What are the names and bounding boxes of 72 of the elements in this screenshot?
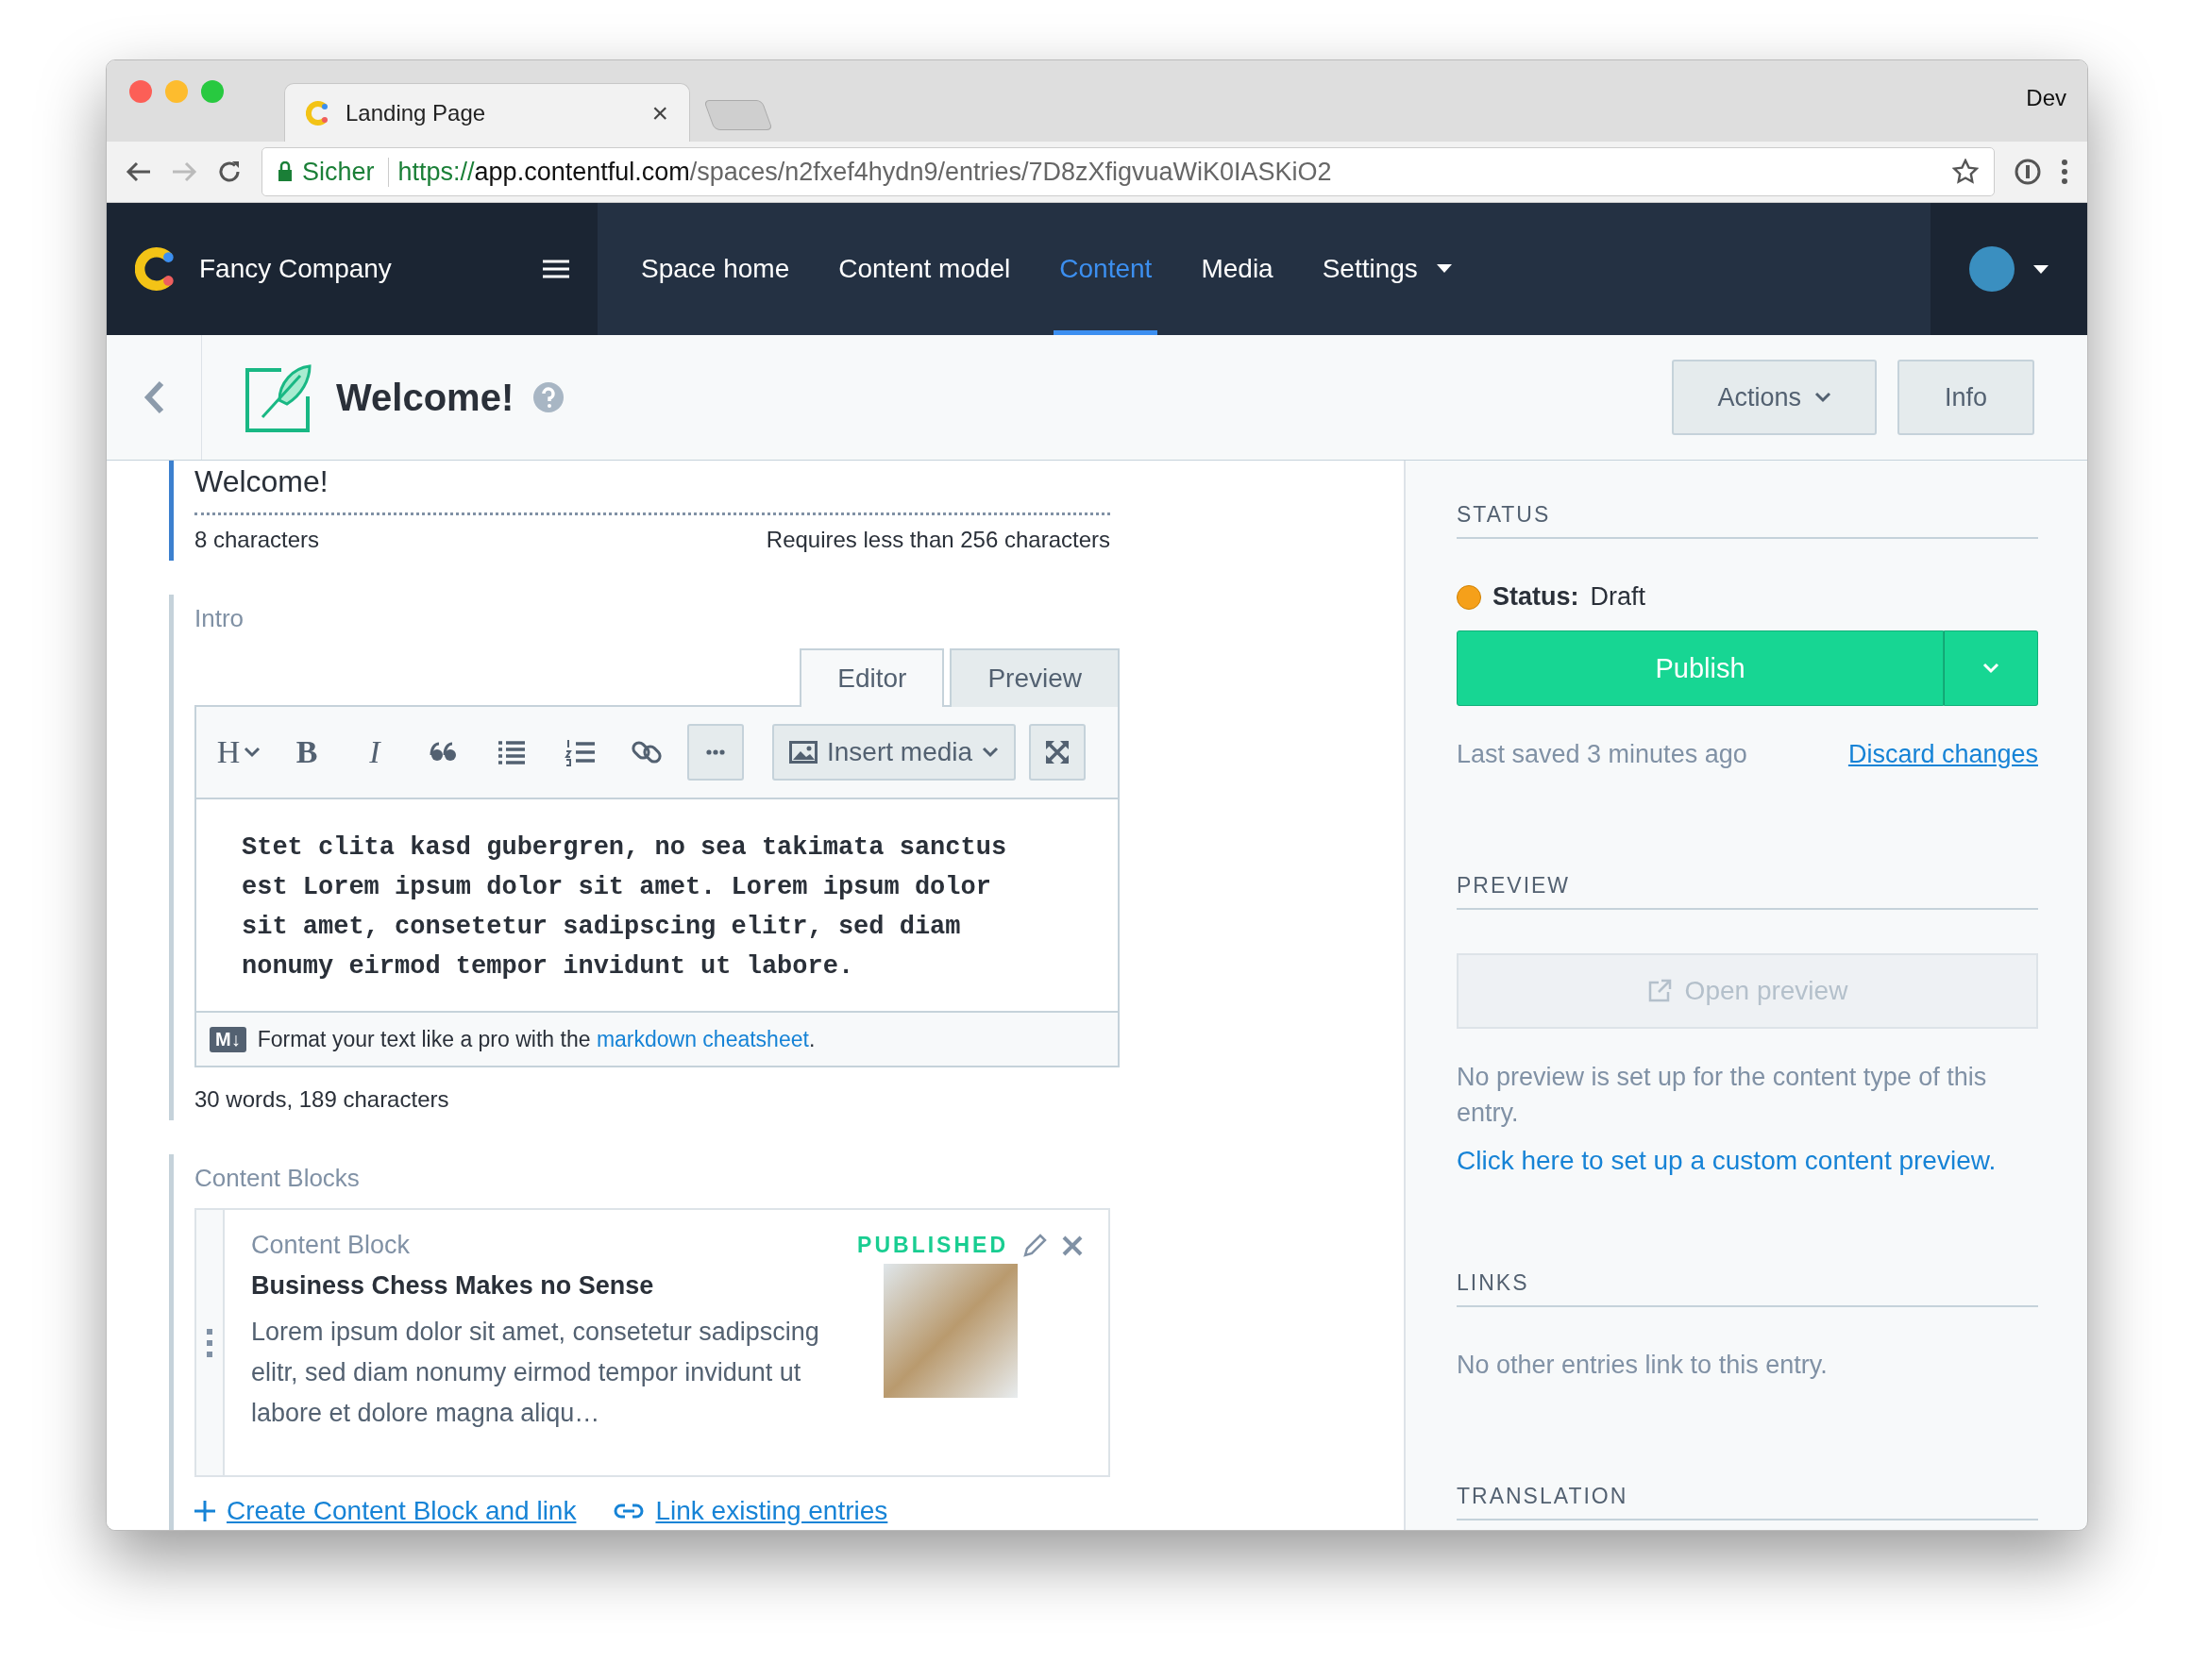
italic-button[interactable]: I — [347, 724, 402, 781]
menu-icon[interactable] — [543, 259, 569, 279]
preview-note: No preview is set up for the content type of this entry. — [1457, 1062, 1988, 1129]
address-bar[interactable]: Sicher https://app.contentful.com/spaces/n2fxef4hydn9/entries/7D8zXfigvuaWiK0IASKiO2 — [261, 147, 1995, 196]
info-button[interactable]: Info — [1897, 360, 2034, 435]
chevron-icon — [244, 747, 261, 758]
link-icon — [614, 1503, 645, 1520]
fullscreen-button[interactable] — [1029, 724, 1087, 781]
chevron-icon — [1813, 392, 1831, 403]
back-arrow-icon[interactable] — [126, 160, 152, 183]
nav-tab[interactable]: Content model — [833, 203, 1017, 335]
last-saved-text: Last saved 3 minutes ago — [1457, 740, 1747, 769]
entry-card[interactable]: Content Block PUBLISHED Business Chess Makes no Sense Lorem ipsum dolor sit amet, consetetur sadipscing elitr, sed diam nonumy eirmod tempor invidunt ut labore et dolore magna aliqu… — [194, 1208, 1110, 1477]
status-value: Draft — [1590, 582, 1646, 612]
plus-icon — [194, 1501, 215, 1521]
card-title: Business Chess Makes no Sense — [251, 1271, 655, 1301]
avatar[interactable] — [1969, 246, 2015, 292]
company-name: Fancy Company — [199, 254, 393, 284]
close-icon[interactable] — [1061, 1234, 1084, 1257]
title-input[interactable]: Welcome! — [194, 464, 1110, 515]
entry-title: Welcome! — [336, 376, 514, 419]
profile-label: Dev — [2026, 85, 2066, 111]
nav-tab[interactable]: Settings — [1316, 203, 1458, 335]
heading-button[interactable]: H — [211, 724, 266, 781]
actions-dropdown[interactable]: Actions — [1672, 360, 1877, 435]
section-heading: TRANSLATION — [1457, 1484, 2038, 1520]
bold-button[interactable]: B — [279, 724, 334, 781]
insert-media-dropdown[interactable]: Insert media — [772, 724, 1017, 781]
editor-tab[interactable]: Preview — [950, 648, 1120, 707]
status-label: PUBLISHED — [857, 1233, 1008, 1258]
chevron-icon — [982, 747, 1000, 758]
field-label: Intro — [194, 604, 245, 633]
status-label: Status: — [1492, 582, 1579, 612]
ellipsis-icon — [706, 749, 725, 755]
section-heading: PREVIEW — [1457, 873, 2038, 910]
pencil-icon[interactable] — [1021, 1232, 1048, 1259]
lock-icon — [278, 161, 293, 182]
expand-icon — [1044, 739, 1071, 765]
length-hint: Requires less than 256 characters — [766, 527, 1110, 553]
close-tab-button[interactable]: × — [651, 96, 668, 129]
section-heading: STATUS — [1457, 502, 2038, 539]
section-heading: LINKS — [1457, 1270, 2038, 1307]
link-entries-link[interactable]: Link existing entries — [614, 1496, 888, 1526]
discard-link[interactable]: Discard changes — [1847, 740, 2038, 769]
caret-icon — [1436, 264, 1452, 273]
card-description: Lorem ipsum dolor sit amet, consetetur sadipscing elitr, sed diam nonumy eirmod tempor invidunt ut labore et dolore magna aliqu… — [251, 1317, 820, 1429]
star-icon[interactable] — [1952, 159, 1979, 185]
markdown-text[interactable]: Stet clita kasd gubergren, no sea takimata sanctus est Lorem ipsum dolor sit amet. Lorem ipsum dolor sit amet, consetetur sadipscing elitr, sed diam nonumy eirmod tempor invidunt ut labore. — [196, 799, 1118, 1011]
drag-handle-icon[interactable] — [207, 1328, 212, 1357]
cheatsheet-link[interactable]: markdown cheatsheet — [596, 1026, 809, 1051]
back-icon[interactable] — [143, 379, 165, 415]
card-type: Content Block — [251, 1231, 412, 1260]
markdown-badge: M↓ — [210, 1026, 246, 1052]
character-count: 8 characters — [194, 527, 320, 553]
image-icon — [789, 741, 818, 764]
editor-tab[interactable]: Editor — [800, 648, 945, 707]
markdown-hint: Format your text like a pro with the markdown cheatsheet. — [257, 1026, 816, 1052]
entry-feather-icon — [244, 362, 313, 432]
nav-tab[interactable]: Media — [1195, 203, 1279, 335]
nav-tab[interactable]: Space home — [635, 203, 796, 335]
menu-icon[interactable] — [2061, 159, 2068, 185]
create-link[interactable]: Create Content Block and link — [194, 1496, 577, 1526]
logo-icon — [306, 100, 330, 126]
chevron-icon — [1982, 663, 1999, 674]
external-link-icon — [1646, 979, 1672, 1003]
browser-tab[interactable]: Landing Page × — [284, 83, 690, 142]
word-count: 30 words, 189 characters — [194, 1086, 450, 1113]
links-text: No other entries link to this entry. — [1457, 1351, 1829, 1380]
field-label: Content Blocks — [194, 1164, 361, 1193]
caret-icon — [2033, 264, 2049, 274]
tab-title: Landing Page — [346, 99, 487, 126]
password-manager-icon[interactable] — [2014, 158, 2042, 186]
